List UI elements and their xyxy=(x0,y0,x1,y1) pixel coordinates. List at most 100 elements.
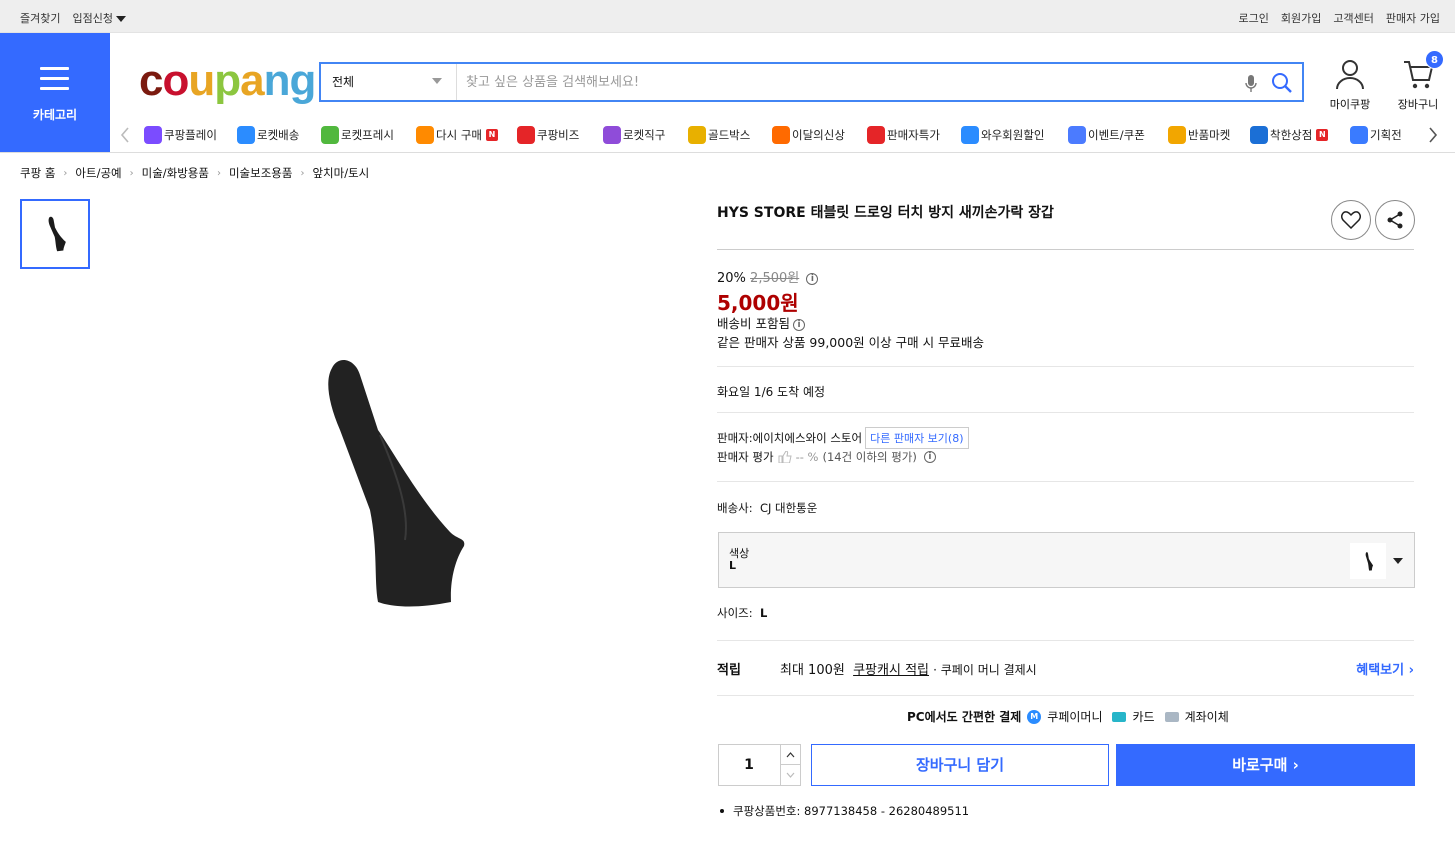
nav-item-label: 반품마켓 xyxy=(1188,128,1231,142)
seller-rating-row: 판매자 평가 -- % (14건 이하의 평가) i xyxy=(717,449,936,465)
seller-rating-label: 판매자 평가 xyxy=(717,450,774,464)
buy-now-button[interactable]: 바로구매 › xyxy=(1116,744,1415,786)
seller-apply-label: 입점신청 xyxy=(72,12,113,25)
chevron-right-icon: › xyxy=(1292,756,1299,774)
buy-now-label: 바로구매 xyxy=(1232,756,1288,774)
info-icon[interactable]: i xyxy=(923,451,936,463)
chevron-right-icon: › xyxy=(216,167,221,179)
nav-item-label: 골드박스 xyxy=(708,128,751,142)
seller-signup-link[interactable]: 판매자 가입 xyxy=(1386,10,1440,26)
logo-letter: n xyxy=(263,56,291,105)
logo-letter: g xyxy=(289,56,317,105)
nav-item-label: 쿠팡플레이 xyxy=(164,128,217,142)
benefit-more-label: 혜택보기 xyxy=(1356,663,1405,678)
rocket-fresh-icon xyxy=(321,126,339,144)
chevron-down-icon xyxy=(786,772,795,778)
top-utility-bar: 즐겨찾기 입점신청 로그인 회원가입 고객센터 판매자 가입 xyxy=(0,0,1455,33)
nav-prev-icon[interactable] xyxy=(120,126,130,147)
info-icon[interactable]: i xyxy=(806,272,819,285)
divider xyxy=(717,412,1414,413)
quantity-decrease-button[interactable] xyxy=(780,765,800,785)
nav-item[interactable]: 쿠팡비즈 xyxy=(517,126,579,144)
nav-next-icon[interactable] xyxy=(1428,126,1438,147)
shipping-fee-row: 배송비 포함됨 i xyxy=(717,313,805,332)
search-icon[interactable] xyxy=(1271,72,1293,97)
microphone-icon[interactable] xyxy=(1245,74,1257,97)
nav-item[interactable]: 기획전 xyxy=(1350,126,1402,144)
pay-method: 카드 xyxy=(1132,710,1155,724)
nav-item[interactable]: 이달의신상 xyxy=(772,126,845,144)
percent-badge-icon xyxy=(867,126,885,144)
nav-item-label: 로켓프레시 xyxy=(341,128,394,142)
seller-rating-value: -- % xyxy=(795,450,819,464)
shipping-fee-text: 배송비 포함됨 xyxy=(717,316,790,331)
breadcrumb-item[interactable]: 앞치마/토시 xyxy=(312,165,369,181)
nav-item[interactable]: 다시 구매 N xyxy=(416,126,498,144)
reward-cash-link[interactable]: 쿠팡캐시 적립 xyxy=(853,663,929,678)
color-option-select[interactable]: 색상 L xyxy=(718,532,1415,588)
nav-item-label: 이달의신상 xyxy=(792,128,845,142)
quantity-increase-button[interactable] xyxy=(780,745,800,765)
nav-item[interactable]: 와우회원할인 xyxy=(961,126,1044,144)
logo-letter: a xyxy=(240,56,265,105)
tag-icon xyxy=(1350,126,1368,144)
customer-center-link[interactable]: 고객센터 xyxy=(1333,10,1373,26)
nav-item[interactable]: 로켓배송 xyxy=(237,126,299,144)
nav-item[interactable]: 반품마켓 xyxy=(1168,126,1230,144)
nav-item[interactable]: 착한상점 N xyxy=(1250,126,1329,144)
signup-link[interactable]: 회원가입 xyxy=(1281,10,1321,26)
breadcrumb-item[interactable]: 아트/공예 xyxy=(75,165,121,181)
my-coupang-label: 마이쿠팡 xyxy=(1329,98,1371,111)
play-icon xyxy=(144,126,162,144)
wishlist-button[interactable] xyxy=(1331,200,1371,240)
arrival-date: 화요일 1/6 도착 예정 xyxy=(717,385,826,399)
size-row: 사이즈: L xyxy=(717,605,767,621)
nav-item[interactable]: 로켓직구 xyxy=(603,126,665,144)
add-to-cart-button[interactable]: 장바구니 담기 xyxy=(811,744,1109,786)
seller-name[interactable]: 에이치에스와이 스토어 xyxy=(753,430,862,446)
my-coupang-link[interactable]: 마이쿠팡 xyxy=(1322,58,1378,112)
product-thumbnail[interactable] xyxy=(20,199,90,269)
seller-row: 판매자: 에이치에스와이 스토어 다른 판매자 보기(8) xyxy=(717,427,969,449)
breadcrumb: 쿠팡 홈 › 아트/공예 › 미술/화방용품 › 미술보조용품 › 앞치마/토시 xyxy=(20,165,369,181)
store-icon xyxy=(1250,126,1268,144)
bookmark-link[interactable]: 즐겨찾기 xyxy=(20,10,60,26)
breadcrumb-item[interactable]: 쿠팡 홈 xyxy=(20,165,55,181)
nav-item[interactable]: 로켓프레시 xyxy=(321,126,394,144)
cart-count-badge: 8 xyxy=(1425,50,1444,69)
size-value: L xyxy=(759,606,768,620)
login-link[interactable]: 로그인 xyxy=(1239,10,1269,26)
nav-item[interactable]: 이벤트/쿠폰 xyxy=(1068,126,1145,144)
search-input[interactable] xyxy=(458,64,1228,100)
coupang-logo[interactable]: coupang xyxy=(139,56,317,106)
nav-item[interactable]: 골드박스 xyxy=(688,126,750,144)
info-icon[interactable]: i xyxy=(792,318,805,331)
share-button[interactable] xyxy=(1375,200,1415,240)
quantity-value[interactable]: 1 xyxy=(719,745,779,785)
new-bag-icon xyxy=(772,126,790,144)
nav-item-label: 와우회원할인 xyxy=(981,128,1045,142)
divider xyxy=(717,366,1414,367)
product-main-image[interactable] xyxy=(300,340,500,630)
category-menu-button[interactable]: 카테고리 xyxy=(0,33,110,152)
nav-item[interactable]: 판매자특가 xyxy=(867,126,940,144)
sale-price: 5,000원 xyxy=(717,291,799,315)
option-thumbnail xyxy=(1350,543,1386,579)
benefit-more-link[interactable]: 혜택보기 › xyxy=(1356,659,1414,678)
other-sellers-button[interactable]: 다른 판매자 보기(8) xyxy=(865,427,969,449)
bank-transfer-icon xyxy=(1164,711,1179,722)
product-title: HYS STORE 태블릿 드로잉 터치 방지 새끼손가락 장갑 xyxy=(717,205,1054,221)
seller-rating-note: (14건 이하의 평가) xyxy=(822,450,917,464)
carrier-name: CJ 대한통운 xyxy=(759,501,818,515)
biz-icon xyxy=(517,126,535,144)
breadcrumb-item[interactable]: 미술보조용품 xyxy=(229,165,292,181)
nav-item-label: 다시 구매 xyxy=(436,128,482,142)
divider xyxy=(717,640,1414,641)
nav-item-label: 쿠팡비즈 xyxy=(537,128,580,142)
nav-item-label: 기획전 xyxy=(1370,128,1402,142)
nav-item[interactable]: 쿠팡플레이 xyxy=(144,126,217,144)
nav-item-label: 착한상점 xyxy=(1270,128,1313,142)
search-scope-select[interactable]: 전체 xyxy=(321,64,457,100)
breadcrumb-item[interactable]: 미술/화방용품 xyxy=(142,165,209,181)
seller-apply-dropdown[interactable]: 입점신청 xyxy=(72,10,126,26)
